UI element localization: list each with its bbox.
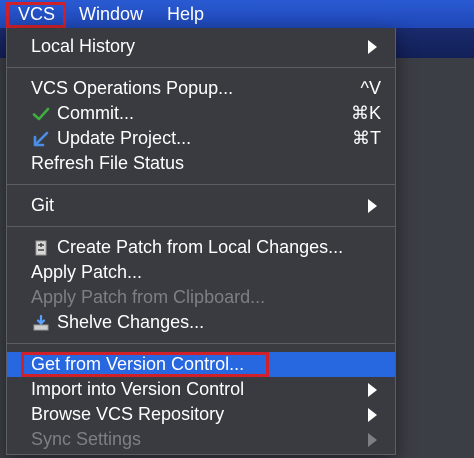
menu-item-apply-patch[interactable]: Apply Patch...: [7, 260, 395, 285]
menu-item-sync-settings: Sync Settings: [7, 427, 395, 452]
menu-item-create-patch[interactable]: Create Patch from Local Changes...: [7, 235, 395, 260]
menu-item-apply-patch-clipboard: Apply Patch from Clipboard...: [7, 285, 395, 310]
chevron-right-icon: [368, 432, 377, 447]
menu-item-label: Commit...: [57, 103, 135, 123]
menu-item-update-project[interactable]: Update Project... ⌘T: [7, 126, 395, 151]
menubar-help-label: Help: [167, 3, 205, 24]
menu-item-git[interactable]: Git: [7, 193, 395, 218]
chevron-right-icon: [368, 39, 377, 54]
menu-item-browse-vcs-repo[interactable]: Browse VCS Repository: [7, 402, 395, 427]
vcs-dropdown-menu: Local History VCS Operations Popup... ^V…: [6, 28, 396, 455]
menu-item-label: Update Project...: [57, 128, 192, 148]
menubar-help[interactable]: Help: [155, 0, 216, 28]
menu-separator: [7, 67, 395, 68]
menu-item-shortcut: ⌘T: [352, 128, 381, 148]
patch-document-icon: [31, 238, 51, 258]
chevron-right-icon: [368, 382, 377, 397]
menu-bar: VCS Window Help: [0, 0, 474, 28]
menu-item-get-from-vcs[interactable]: Get from Version Control...: [7, 352, 395, 377]
menu-item-local-history[interactable]: Local History: [7, 34, 395, 59]
menu-separator: [7, 226, 395, 227]
menu-item-refresh-file-status[interactable]: Refresh File Status: [7, 151, 395, 176]
menubar-vcs-label: VCS: [18, 3, 56, 24]
menubar-window[interactable]: Window: [67, 0, 155, 28]
menu-item-label: Git: [31, 195, 55, 215]
menu-separator: [7, 343, 395, 344]
menu-item-label: Create Patch from Local Changes...: [57, 237, 344, 257]
menu-item-label: Get from Version Control...: [31, 354, 245, 374]
shelve-icon: [31, 313, 51, 333]
menu-item-label: VCS Operations Popup...: [31, 78, 234, 98]
menu-item-import-into-vcs[interactable]: Import into Version Control: [7, 377, 395, 402]
menubar-vcs[interactable]: VCS: [6, 0, 67, 28]
checkmark-icon: [31, 104, 51, 124]
menu-item-shortcut: ^V: [360, 78, 381, 98]
menu-item-commit[interactable]: Commit... ⌘K: [7, 101, 395, 126]
menu-item-shelve-changes[interactable]: Shelve Changes...: [7, 310, 395, 335]
menu-separator: [7, 184, 395, 185]
chevron-right-icon: [368, 407, 377, 422]
menu-item-label: Sync Settings: [31, 429, 142, 449]
menu-item-label: Apply Patch...: [31, 262, 143, 282]
menu-item-label: Local History: [31, 36, 136, 56]
menu-item-vcs-operations-popup[interactable]: VCS Operations Popup... ^V: [7, 76, 395, 101]
menu-item-shortcut: ⌘K: [350, 103, 381, 123]
menu-item-label: Browse VCS Repository: [31, 404, 225, 424]
down-left-arrow-icon: [31, 129, 51, 149]
menu-item-label: Shelve Changes...: [57, 312, 205, 332]
menu-item-label: Refresh File Status: [31, 153, 185, 173]
menu-item-label: Import into Version Control: [31, 379, 245, 399]
menubar-window-label: Window: [79, 3, 144, 24]
menu-item-label: Apply Patch from Clipboard...: [31, 287, 266, 307]
chevron-right-icon: [368, 198, 377, 213]
